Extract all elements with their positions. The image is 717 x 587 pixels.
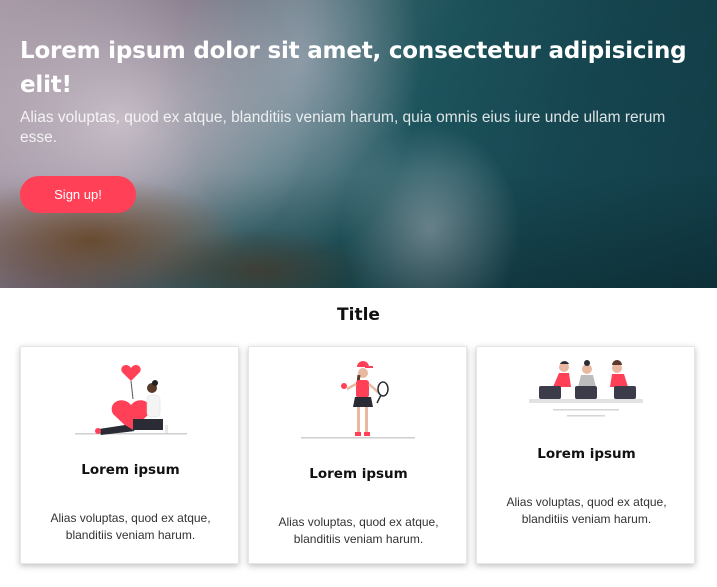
feature-card-1: Lorem ipsum Alias voluptas, quod ex atqu… (20, 346, 239, 564)
woman-with-heart-illustration (75, 365, 187, 435)
card-3-text: Alias voluptas, quod ex atque, blanditii… (506, 495, 667, 526)
feature-card-2: Lorem ipsum Alias voluptas, quod ex atqu… (248, 346, 467, 564)
feature-card-3: Lorem ipsum Alias voluptas, quod ex atqu… (476, 346, 695, 564)
hero-banner: Lorem ipsum dolor sit amet, consectetur … (0, 0, 717, 288)
tennis-player-illustration (301, 361, 415, 439)
signup-button[interactable]: Sign up! (20, 176, 136, 213)
card-3-title: Lorem ipsum (537, 446, 636, 462)
section-title: Title (337, 305, 380, 325)
card-2-title: Lorem ipsum (309, 466, 408, 482)
team-meeting-illustration (529, 360, 643, 417)
card-1-text: Alias voluptas, quod ex atque, blanditii… (50, 511, 211, 542)
card-1-title: Lorem ipsum (81, 462, 180, 478)
hero-title: Lorem ipsum dolor sit amet, consectetur … (20, 38, 687, 98)
hero-subtitle: Alias voluptas, quod ex atque, blanditii… (20, 109, 666, 146)
card-2-text: Alias voluptas, quod ex atque, blanditii… (278, 515, 439, 546)
hero-content: Lorem ipsum dolor sit amet, consectetur … (20, 34, 690, 148)
